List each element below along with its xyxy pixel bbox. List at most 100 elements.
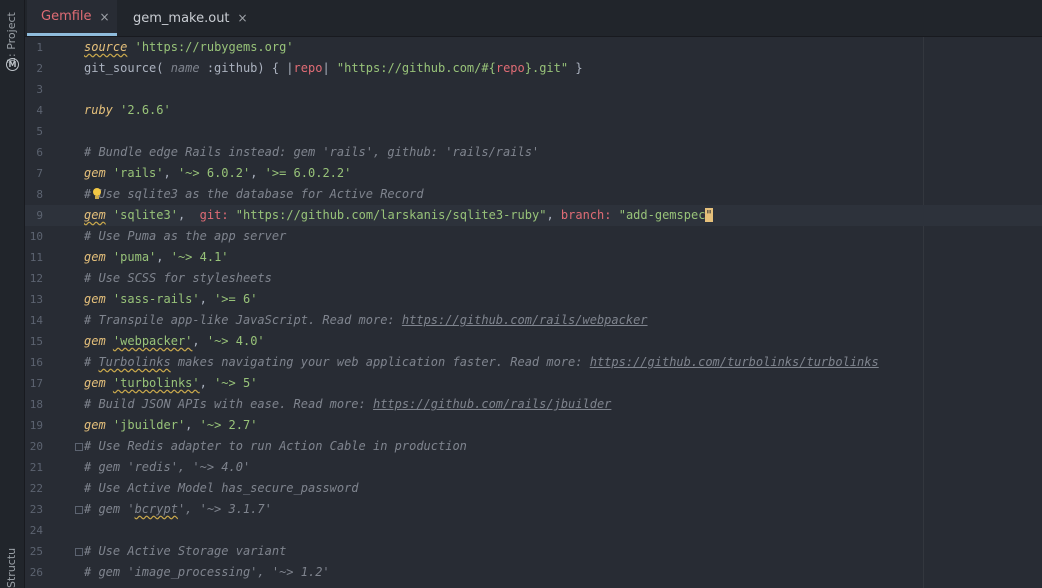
code-token: "https://github.com/larskanis/sqlite3-ru…	[235, 208, 547, 222]
line-number: 19	[29, 419, 43, 432]
code-token: # Use sqlite3 as the database for Active…	[84, 187, 424, 201]
code-line[interactable]: 13 gem 'sass-rails', '>= 6'	[25, 289, 1042, 310]
code-line[interactable]: 12 # Use SCSS for stylesheets	[25, 268, 1042, 289]
code-token: 'puma'	[112, 250, 157, 264]
code-token: 'turbolinks'	[112, 376, 200, 390]
code-token: ,	[163, 166, 178, 180]
line-number: 24	[29, 524, 43, 537]
code-token: }.git"	[524, 61, 569, 75]
line-number: 16	[29, 356, 43, 369]
line-number: 18	[29, 398, 43, 411]
code-token: gem	[84, 250, 106, 264]
tab-label: gem_make.out	[133, 10, 230, 26]
code-line[interactable]: 17 gem 'turbolinks', '~> 5'	[25, 373, 1042, 394]
line-number: 20	[29, 440, 43, 453]
line-number: 14	[29, 314, 43, 327]
code-token: bcrypt	[134, 502, 178, 516]
code-token: "https://github.com/#{	[336, 61, 496, 75]
code-line[interactable]: 3	[25, 79, 1042, 100]
code-line[interactable]: 11 gem 'puma', '~> 4.1'	[25, 247, 1042, 268]
code-token: '>= 6.0.2.2'	[264, 166, 352, 180]
code-line[interactable]: 8 # Use sqlite3 as the database for Activ…	[25, 184, 1042, 205]
code-line[interactable]: 6 # Bundle edge Rails instead: gem 'rails…	[25, 142, 1042, 163]
code-token: https://github.com/turbolinks/turbolinks	[589, 355, 879, 369]
close-icon[interactable]: ×	[238, 11, 248, 25]
fold-marker-icon[interactable]	[75, 443, 83, 451]
code-token: :github) { |	[199, 61, 294, 75]
code-token: # Use Puma as the app server	[84, 229, 287, 243]
line-number: 15	[29, 335, 43, 348]
code-line[interactable]: 2 git_source( name :github) { |repo| "htt…	[25, 58, 1042, 79]
fold-marker-icon[interactable]	[75, 548, 83, 556]
code-line[interactable]: 20 # Use Redis adapter to run Action Cabl…	[25, 436, 1042, 457]
code-token: # Use SCSS for stylesheets	[84, 271, 272, 285]
code-token: gem	[84, 166, 106, 180]
line-number: 22	[29, 482, 43, 495]
code-token: gem	[84, 292, 106, 306]
close-icon[interactable]: ×	[100, 10, 110, 24]
code-editor[interactable]: 1 source 'https://rubygems.org' 2 git_sourc…	[25, 37, 1042, 588]
code-token: git:	[199, 208, 229, 222]
code-line[interactable]: 19 gem 'jbuilder', '~> 2.7'	[25, 415, 1042, 436]
code-token: # Build JSON APIs with ease. Read more:	[84, 397, 373, 411]
code-text: # Use sqlite3 as the database for Active…	[84, 184, 424, 205]
code-token: repo	[293, 61, 323, 75]
code-text: git_source( name :github) { |repo| "http…	[84, 58, 583, 79]
code-token: ruby	[84, 103, 113, 117]
code-text: # Use Redis adapter to run Action Cable …	[84, 436, 467, 457]
code-token: '~> 5'	[214, 376, 258, 390]
code-text: # Use Active Storage variant	[84, 541, 286, 562]
code-text: gem 'webpacker', '~> 4.0'	[84, 331, 265, 352]
code-text: gem 'rails', '~> 6.0.2', '>= 6.0.2.2'	[84, 163, 351, 184]
code-token: https://github.com/rails/webpacker	[401, 313, 648, 327]
line-number: 4	[36, 104, 43, 117]
tab-gem-make-out[interactable]: gem_make.out ×	[119, 0, 249, 36]
code-token: # Transpile app-like JavaScript. Read mo…	[84, 313, 402, 327]
code-line[interactable]: 14 # Transpile app-like JavaScript. Read …	[25, 310, 1042, 331]
code-line[interactable]: 9 gem 'sqlite3', git: "https://github.com…	[25, 205, 1042, 226]
code-text: # Use SCSS for stylesheets	[84, 268, 272, 289]
code-line[interactable]: 1 source 'https://rubygems.org'	[25, 37, 1042, 58]
fold-marker-icon[interactable]	[75, 506, 83, 514]
code-token: '>= 6'	[214, 292, 258, 306]
code-token: 'webpacker'	[112, 334, 193, 348]
code-line[interactable]: 18 # Build JSON APIs with ease. Read more…	[25, 394, 1042, 415]
code-line[interactable]: 4 ruby '2.6.6'	[25, 100, 1042, 121]
code-token: ,	[199, 376, 215, 390]
code-text: # gem 'redis', '~> 4.0'	[84, 457, 250, 478]
structure-tool-button[interactable]: Structure	[5, 548, 18, 588]
code-line[interactable]: 7 gem 'rails', '~> 6.0.2', '>= 6.0.2.2'	[25, 163, 1042, 184]
line-number: 11	[29, 251, 43, 264]
code-line[interactable]: 22 # Use Active Model has_secure_password	[25, 478, 1042, 499]
project-tool-button[interactable]: 1: Project	[5, 12, 18, 64]
code-line[interactable]: 24	[25, 520, 1042, 541]
line-number: 13	[29, 293, 43, 306]
code-line[interactable]: 10 # Use Puma as the app server	[25, 226, 1042, 247]
code-text: # gem 'bcrypt', '~> 3.1.7'	[84, 499, 272, 520]
code-token: # Use Active Model has_secure_password	[84, 481, 359, 495]
tab-gemfile[interactable]: Gemfile ×	[27, 0, 117, 36]
line-number: 6	[36, 146, 43, 159]
line-number: 21	[29, 461, 43, 474]
code-line[interactable]: 21 # gem 'redis', '~> 4.0'	[25, 457, 1042, 478]
code-line[interactable]: 23 # gem 'bcrypt', '~> 3.1.7'	[25, 499, 1042, 520]
code-token: "add-gemspec	[618, 208, 706, 222]
line-number: 9	[36, 209, 43, 222]
code-token: |	[322, 61, 337, 75]
line-number: 25	[29, 545, 43, 558]
code-token: makes navigating your web application fa…	[170, 355, 590, 369]
code-token: ,	[546, 208, 561, 222]
intention-bulb-icon[interactable]	[92, 187, 102, 201]
maven-icon[interactable]: M	[6, 58, 19, 71]
code-line[interactable]: 16 # Turbolinks makes navigating your web…	[25, 352, 1042, 373]
code-line[interactable]: 26 # gem 'image_processing', '~> 1.2'	[25, 562, 1042, 583]
code-line[interactable]: 15 gem 'webpacker', '~> 4.0'	[25, 331, 1042, 352]
line-number: 1	[36, 41, 43, 54]
code-line[interactable]: 5	[25, 121, 1042, 142]
line-number: 3	[36, 83, 43, 96]
code-line[interactable]: 25 # Use Active Storage variant	[25, 541, 1042, 562]
